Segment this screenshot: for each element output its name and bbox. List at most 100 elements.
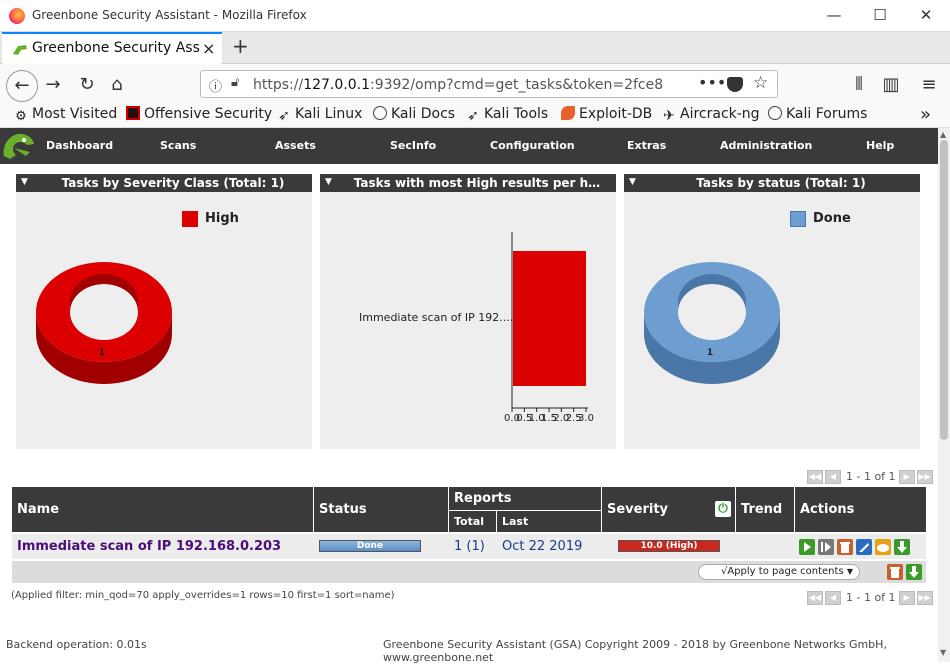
start-icon[interactable]: [799, 539, 815, 555]
panel-header[interactable]: ▼ Tasks by Severity Class (Total: 1): [16, 174, 312, 192]
bookmark-star-icon[interactable]: ☆: [753, 73, 768, 93]
panel-header[interactable]: ▼ Tasks by status (Total: 1): [624, 174, 920, 192]
chevron-down-icon: ▼: [846, 567, 853, 576]
tab-close-icon[interactable]: ×: [202, 39, 215, 58]
tab-greenbone[interactable]: Greenbone Security Assis ×: [2, 32, 222, 64]
bookmark-kali-forums[interactable]: Kali Forums: [768, 106, 867, 122]
collapse-triangle-icon[interactable]: ▼: [21, 177, 28, 187]
panel-title: Tasks by status (Total: 1): [696, 176, 866, 190]
table-row: Immediate scan of IP 192.168.0.203 Done …: [12, 534, 926, 559]
bookmark-kali-docs[interactable]: Kali Docs: [373, 106, 455, 122]
page-actions-icon[interactable]: •••: [698, 73, 726, 92]
col-header-reports-last[interactable]: Last: [497, 511, 602, 532]
pager-bottom: ◀◀ ◀ 1 - 1 of 1 ▶ ▶▶: [807, 590, 935, 606]
nav-secinfo[interactable]: SecInfo: [390, 139, 436, 152]
url-bar[interactable]: ⓘ 🔓︎ https://127.0.0.1:9392/omp?cmd=get_…: [200, 70, 778, 98]
reports-total[interactable]: 1 (1): [454, 539, 485, 554]
kali-icon: ➶: [467, 108, 479, 124]
last-page-icon[interactable]: ▶▶: [916, 590, 933, 605]
reports-last-date[interactable]: Oct 22 2019: [502, 539, 582, 554]
bookmark-aircrack-ng[interactable]: ✈ Aircrack-ng: [662, 106, 759, 124]
url-text[interactable]: https://127.0.0.1:9392/omp?cmd=get_tasks…: [253, 77, 663, 93]
donut-slice-label: 1: [99, 348, 105, 358]
scrollbar-thumb[interactable]: [940, 140, 948, 440]
offsec-icon: [126, 106, 140, 120]
col-header-actions: Actions: [795, 487, 926, 532]
nav-configuration[interactable]: Configuration: [490, 139, 575, 152]
pocket-icon[interactable]: [727, 77, 743, 92]
new-tab-button[interactable]: +: [232, 34, 249, 58]
info-icon[interactable]: ⓘ: [209, 76, 222, 95]
collapse-triangle-icon[interactable]: ▼: [325, 177, 332, 187]
bookmark-most-visited[interactable]: ⚙ Most Visited: [14, 106, 117, 124]
bookmark-kali-tools[interactable]: ➶ Kali Tools: [466, 106, 548, 123]
edit-wrench-icon[interactable]: [856, 539, 872, 555]
forward-button[interactable]: →: [40, 72, 66, 98]
nav-dashboard[interactable]: Dashboard: [46, 139, 113, 152]
panel-header[interactable]: ▼ Tasks with most High results per h…: [320, 174, 616, 192]
reload-button[interactable]: ↻: [74, 72, 100, 98]
pager-top: ◀◀ ◀ 1 - 1 of 1 ▶ ▶▶: [807, 469, 935, 485]
bookmark-offensive-security[interactable]: Offensive Security: [126, 106, 272, 122]
greenbone-logo-icon[interactable]: [0, 128, 36, 164]
first-page-icon[interactable]: ◀◀: [807, 469, 823, 484]
col-header-severity[interactable]: Severity ⏻: [602, 487, 736, 532]
collapse-triangle-icon[interactable]: ▼: [629, 177, 636, 187]
last-page-icon[interactable]: ▶▶: [916, 469, 933, 484]
page-scrollbar[interactable]: ▲ ▼: [938, 128, 950, 662]
bookmark-exploit-db[interactable]: Exploit-DB: [561, 106, 652, 122]
overrides-toggle-icon[interactable]: ⏻: [715, 501, 731, 517]
bulk-export-icon[interactable]: [906, 564, 922, 580]
previous-page-icon[interactable]: ◀: [825, 469, 841, 484]
scroll-up-icon[interactable]: ▲: [940, 130, 946, 139]
bulk-trashcan-icon[interactable]: [887, 564, 903, 580]
first-page-icon[interactable]: ◀◀: [807, 590, 823, 605]
task-name-link[interactable]: Immediate scan of IP 192.168.0.203: [17, 539, 281, 554]
nav-help[interactable]: Help: [866, 139, 894, 152]
panel-most-high-results: ▼ Tasks with most High results per h… Im…: [320, 174, 616, 449]
close-window-button[interactable]: ✕: [916, 6, 936, 24]
next-page-icon[interactable]: ▶: [898, 590, 915, 605]
menu-icon[interactable]: ≡: [916, 72, 942, 98]
home-icon[interactable]: ⌂: [104, 72, 130, 98]
sidebar-icon[interactable]: ▥: [878, 72, 904, 98]
nav-extras[interactable]: Extras: [627, 139, 666, 152]
minimize-button[interactable]: —: [824, 6, 844, 24]
exploitdb-icon: [561, 106, 575, 120]
nav-assets[interactable]: Assets: [275, 139, 316, 152]
legend-label-high: High: [205, 211, 239, 226]
bookmarks-overflow-icon[interactable]: »: [920, 104, 931, 125]
bar-high-results[interactable]: [513, 251, 586, 386]
nav-administration[interactable]: Administration: [720, 139, 812, 152]
col-header-reports-total[interactable]: Total: [449, 511, 497, 532]
trashcan-icon[interactable]: [837, 539, 853, 555]
pager-text: 1 - 1 of 1: [846, 591, 896, 604]
previous-page-icon[interactable]: ◀: [825, 590, 841, 605]
clone-icon[interactable]: [875, 539, 891, 555]
copyright-text: Greenbone Security Assistant (GSA) Copyr…: [383, 638, 887, 664]
export-icon[interactable]: [894, 539, 910, 555]
bookmark-kali-linux[interactable]: ➶ Kali Linux: [277, 106, 362, 123]
table-footer-row: √Apply to page contents ▼: [12, 561, 926, 583]
globe-icon: [768, 106, 782, 120]
aircrack-icon: ✈: [663, 108, 675, 124]
back-button[interactable]: ←: [6, 70, 38, 102]
window-title: Greenbone Security Assistant - Mozilla F…: [32, 8, 307, 22]
next-page-icon[interactable]: ▶: [898, 469, 915, 484]
insecure-lock-icon[interactable]: 🔓︎: [231, 75, 239, 90]
apply-to-page-select[interactable]: √Apply to page contents ▼: [698, 564, 860, 580]
col-header-trend[interactable]: Trend: [736, 487, 795, 532]
maximize-button[interactable]: ☐: [870, 6, 890, 24]
library-icon[interactable]: ⫴: [846, 72, 872, 98]
col-header-name[interactable]: Name: [12, 487, 314, 532]
gear-icon: ⚙: [15, 109, 27, 124]
panel-tasks-by-status: ▼ Tasks by status (Total: 1) Done 1: [624, 174, 920, 449]
status-donut-chart[interactable]: 1: [642, 262, 782, 392]
resume-icon[interactable]: [818, 539, 834, 555]
nav-scans[interactable]: Scans: [160, 139, 196, 152]
backend-operation-text: Backend operation: 0.01s: [6, 638, 147, 651]
col-header-status[interactable]: Status: [314, 487, 449, 532]
status-progress-bar[interactable]: Done: [319, 540, 421, 552]
high-results-bar-chart[interactable]: 0.00.51.01.52.02.53.0: [502, 230, 602, 426]
severity-donut-chart[interactable]: 1: [34, 262, 174, 392]
